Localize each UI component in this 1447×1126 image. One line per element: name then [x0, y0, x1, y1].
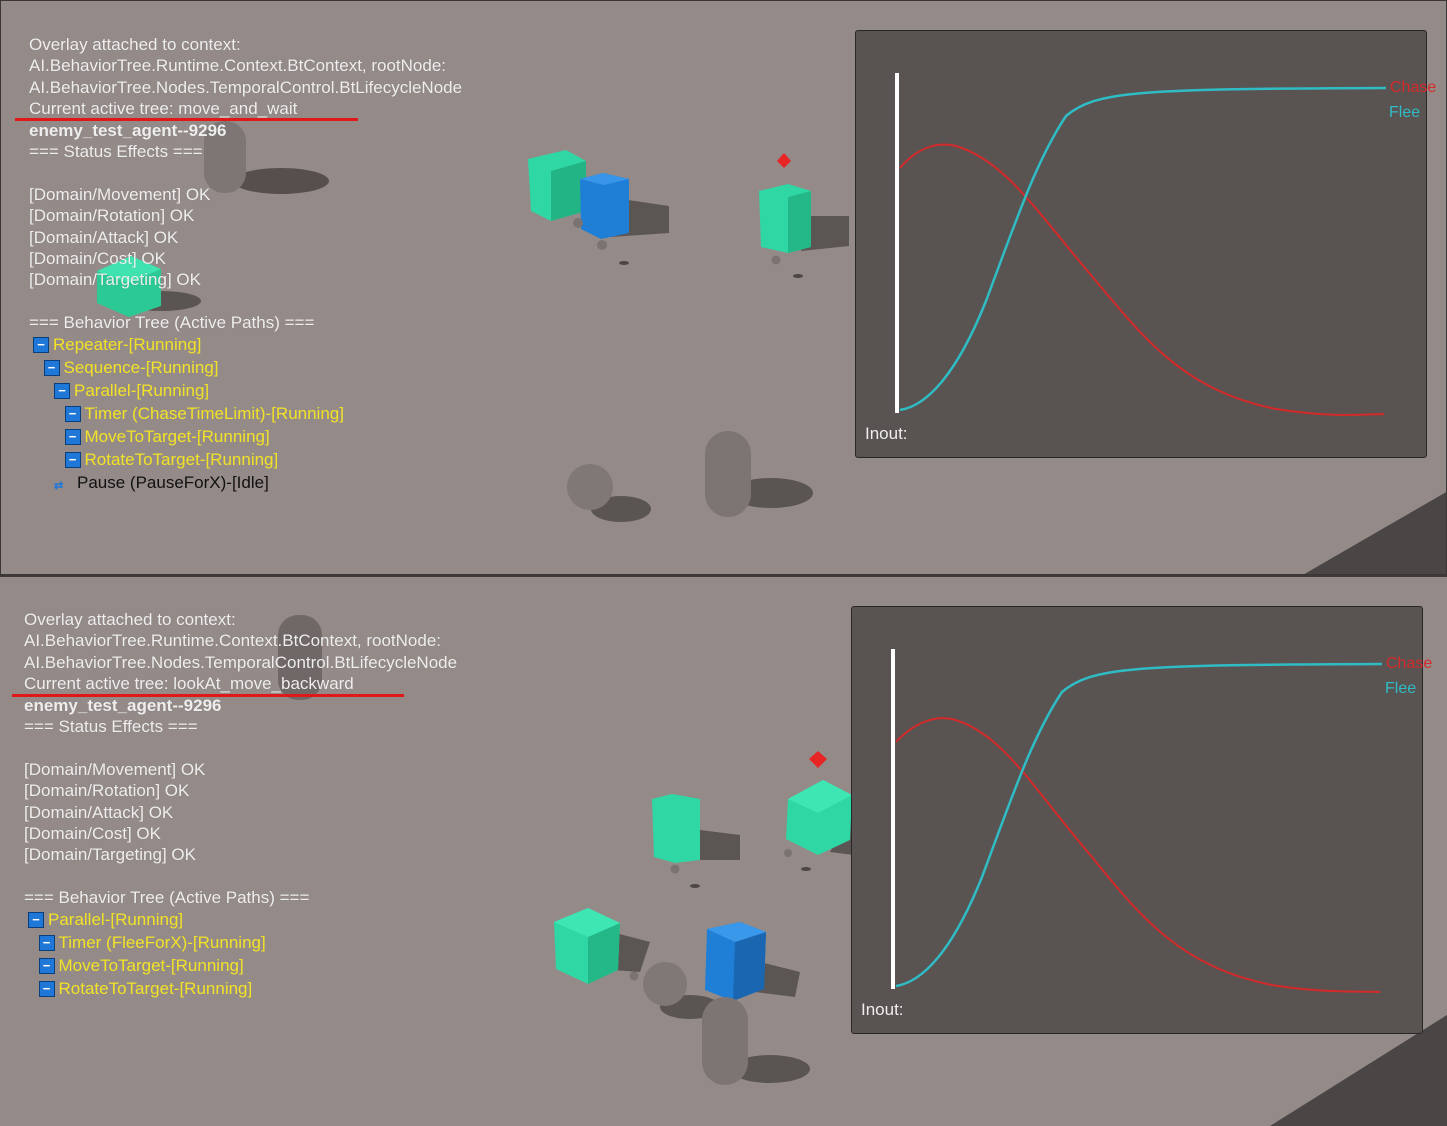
small-sphere: [784, 849, 792, 857]
overlay-line: AI.BehaviorTree.Nodes.TemporalControl.Bt…: [24, 652, 458, 672]
tree-node[interactable]: − RotateToTarget-[Running]: [24, 977, 457, 1000]
capsule: [705, 431, 751, 517]
minus-toggle-icon[interactable]: −: [43, 359, 60, 376]
small-sphere: [597, 240, 607, 250]
flee-curve: [895, 662, 1383, 988]
sphere-shadow: [619, 261, 629, 265]
capsule: [702, 997, 748, 1085]
minus-toggle-icon[interactable]: −: [38, 980, 55, 997]
legend-flee: Flee: [1389, 104, 1421, 121]
tree-node-label: Repeater-[Running]: [53, 335, 202, 355]
tree-node[interactable]: − Sequence-[Running]: [29, 356, 462, 379]
curve-plot: [891, 649, 1383, 993]
minus-toggle-icon[interactable]: −: [28, 911, 44, 928]
behavior-tree: − Parallel-[Running] − Timer (FleeForX)-[Ru…: [24, 908, 457, 1000]
overlay-line: AI.BehaviorTree.Nodes.TemporalControl.Bt…: [29, 77, 463, 97]
behavior-tree-header: === Behavior Tree (Active Paths) ===: [29, 313, 315, 333]
tree-node-label: Pause (PauseForX)-[Idle]: [77, 473, 269, 493]
red-target-marker: [809, 751, 827, 768]
sphere: [567, 464, 613, 510]
minus-toggle-icon[interactable]: −: [38, 934, 55, 951]
green-cube: [652, 794, 700, 863]
behavior-tree-header: === Behavior Tree (Active Paths) ===: [24, 888, 310, 908]
sphere: [643, 962, 687, 1006]
input-label: Inout:: [865, 424, 908, 443]
small-sphere: [771, 255, 781, 265]
tree-node-label: Timer (ChaseTimeLimit)-[Running]: [84, 404, 344, 424]
tree-node-label: RotateToTarget-[Running]: [84, 450, 279, 470]
status-line: [Domain/Rotation] OK: [24, 781, 190, 801]
cube-shadow: [700, 830, 740, 860]
flee-curve: [899, 86, 1387, 412]
legend-flee: Flee: [1385, 680, 1417, 697]
status-line: [Domain/Targeting] OK: [24, 845, 196, 865]
status-line: [Domain/Cost] OK: [24, 823, 161, 843]
status-line: [Domain/Movement] OK: [24, 759, 206, 779]
utility-curve-graph: Inout:: [855, 30, 1427, 458]
tree-node-label: Parallel-[Running]: [48, 910, 184, 930]
tree-node-label: Sequence-[Running]: [63, 358, 219, 378]
small-sphere: [670, 864, 680, 874]
tree-node[interactable]: − Parallel-[Running]: [29, 379, 462, 402]
status-line: [Domain/Movement] OK: [29, 184, 211, 204]
idle-node-icon: ⇄: [54, 479, 64, 492]
minus-toggle-icon[interactable]: −: [54, 382, 70, 399]
minus-toggle-icon[interactable]: −: [64, 428, 81, 445]
debug-overlay: Overlay attached to context: AI.Behavior…: [24, 609, 457, 1000]
tree-node-label: Timer (FleeForX)-[Running]: [58, 933, 266, 953]
legend-chase: Chase: [1390, 79, 1437, 96]
sphere-shadow: [801, 867, 811, 871]
green-cube-side: [788, 191, 811, 253]
overlay-line: Overlay attached to context:: [24, 610, 236, 629]
chase-curve: [899, 143, 1385, 416]
overlay-line: AI.BehaviorTree.Runtime.Context.BtContex…: [29, 56, 447, 76]
minus-toggle-icon[interactable]: −: [64, 405, 81, 422]
small-sphere: [573, 218, 583, 228]
status-line: [Domain/Attack] OK: [24, 802, 174, 822]
status-line: [Domain/Attack] OK: [29, 227, 179, 247]
legend-chase: Chase: [1386, 655, 1433, 672]
tree-node[interactable]: − Parallel-[Running]: [24, 908, 457, 931]
tree-node-label: MoveToTarget-[Running]: [84, 427, 270, 447]
tree-node[interactable]: − MoveToTarget-[Running]: [29, 425, 462, 448]
overlay-line: Overlay attached to context:: [29, 35, 241, 54]
status-line: [Domain/Targeting] OK: [29, 270, 201, 290]
agent-name: enemy_test_agent--9296: [24, 695, 222, 715]
tree-node[interactable]: ⇄ Pause (PauseForX)-[Idle]: [29, 471, 462, 494]
bottom-screenshot-panel: Overlay attached to context: AI.Behavior…: [0, 577, 1447, 1126]
tree-node[interactable]: − Timer (FleeForX)-[Running]: [24, 931, 457, 954]
input-label: Inout:: [861, 1000, 904, 1019]
status-line: [Domain/Rotation] OK: [29, 206, 195, 226]
tree-node[interactable]: − RotateToTarget-[Running]: [29, 448, 462, 471]
current-active-tree: Current active tree: move_and_wait: [29, 99, 298, 119]
tree-node[interactable]: − Repeater-[Running]: [29, 333, 462, 356]
status-line: [Domain/Cost] OK: [29, 248, 166, 268]
status-effects-header: === Status Effects ===: [24, 716, 198, 736]
overlay-line: AI.BehaviorTree.Runtime.Context.BtContex…: [24, 631, 442, 651]
agent-name: enemy_test_agent--9296: [29, 120, 227, 140]
small-sphere: [629, 971, 639, 981]
sphere-shadow: [690, 884, 700, 888]
current-active-tree: Current active tree: lookAt_move_backwar…: [24, 674, 354, 694]
minus-toggle-icon[interactable]: −: [33, 336, 49, 353]
top-screenshot-panel: Overlay attached to context: AI.Behavior…: [0, 0, 1447, 575]
behavior-tree: − Repeater-[Running] − Sequence-[Running] − P…: [29, 333, 462, 494]
curve-plot: [895, 73, 1387, 416]
red-target-marker: [777, 153, 791, 168]
sphere-shadow: [793, 274, 803, 278]
minus-toggle-icon[interactable]: −: [64, 451, 81, 468]
floor-edge: [1304, 492, 1446, 574]
minus-toggle-icon[interactable]: −: [38, 957, 55, 974]
status-effects-header: === Status Effects ===: [29, 141, 203, 161]
tree-node-label: MoveToTarget-[Running]: [58, 956, 244, 976]
tree-node[interactable]: − MoveToTarget-[Running]: [24, 954, 457, 977]
debug-overlay: Overlay attached to context: AI.Behavior…: [29, 34, 462, 494]
tree-node-label: RotateToTarget-[Running]: [58, 979, 253, 999]
utility-curve-graph: Inout:: [851, 606, 1423, 1034]
chase-curve: [895, 717, 1381, 993]
tree-node-label: Parallel-[Running]: [74, 381, 210, 401]
tree-node[interactable]: − Timer (ChaseTimeLimit)-[Running]: [29, 402, 462, 425]
